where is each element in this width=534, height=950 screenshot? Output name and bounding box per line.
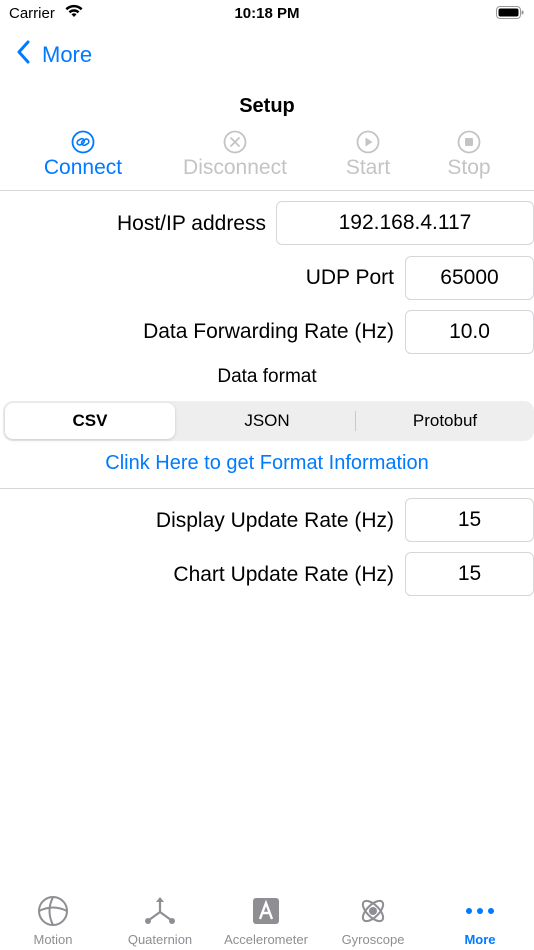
host-input[interactable]: 192.168.4.117 xyxy=(276,201,534,245)
stop-label: Stop xyxy=(447,156,491,179)
disconnect-label: Disconnect xyxy=(183,156,287,179)
start-button[interactable]: Start xyxy=(313,130,423,180)
host-label: Host/IP address xyxy=(116,212,266,235)
close-circle-icon xyxy=(179,130,291,154)
tab-more[interactable]: More xyxy=(427,894,533,947)
udp-port-input[interactable]: 65000 xyxy=(405,256,534,300)
axes-icon xyxy=(107,894,213,928)
display-rate-input[interactable]: 15 xyxy=(405,498,534,542)
tab-bar: Motion Quaternion Accelerometer Gyroscop… xyxy=(0,880,534,950)
chart-rate-input[interactable]: 15 xyxy=(405,552,534,596)
forwarding-rate-label: Data Forwarding Rate (Hz) xyxy=(143,320,394,343)
page-title: Setup xyxy=(239,95,295,117)
disconnect-button[interactable]: Disconnect xyxy=(179,130,291,180)
tab-gyroscope-label: Gyroscope xyxy=(341,932,405,947)
tab-motion-label: Motion xyxy=(33,932,73,947)
divider xyxy=(0,190,534,191)
display-rate-label: Display Update Rate (Hz) xyxy=(155,509,394,532)
connect-label: Connect xyxy=(43,156,123,179)
globe-icon xyxy=(0,894,106,928)
stop-button[interactable]: Stop xyxy=(414,130,524,180)
gyroscope-icon xyxy=(320,894,426,928)
format-segmented-control: CSV JSON Protobuf xyxy=(3,401,534,441)
segment-csv[interactable]: CSV xyxy=(5,401,175,441)
chart-rate-label: Chart Update Rate (Hz) xyxy=(173,563,394,586)
format-info-link[interactable]: Clink Here to get Format Information xyxy=(0,452,534,475)
tab-quaternion[interactable]: Quaternion xyxy=(107,894,213,947)
tab-accelerometer-label: Accelerometer xyxy=(224,932,308,947)
status-time: 10:18 PM xyxy=(234,5,300,22)
tab-quaternion-label: Quaternion xyxy=(127,932,193,947)
forwarding-rate-input[interactable]: 10.0 xyxy=(405,310,534,354)
back-label: More xyxy=(42,42,93,67)
link-icon xyxy=(28,130,138,154)
tab-gyroscope[interactable]: Gyroscope xyxy=(320,894,426,947)
connect-button[interactable]: Connect xyxy=(28,130,138,180)
play-circle-icon xyxy=(313,130,423,154)
segment-json[interactable]: JSON xyxy=(179,401,355,441)
udp-port-label: UDP Port xyxy=(305,266,394,289)
letter-a-icon xyxy=(213,894,319,928)
chevron-left-icon xyxy=(16,40,42,70)
tab-motion[interactable]: Motion xyxy=(0,894,106,947)
status-bar: Carrier 10:18 PM xyxy=(0,0,534,30)
more-dots-icon xyxy=(427,894,533,928)
segment-protobuf[interactable]: Protobuf xyxy=(356,401,534,441)
back-button[interactable]: More xyxy=(16,40,92,70)
tab-accelerometer[interactable]: Accelerometer xyxy=(213,894,319,947)
start-label: Start xyxy=(345,156,391,179)
battery-icon xyxy=(496,6,524,19)
divider xyxy=(0,488,534,489)
stop-circle-icon xyxy=(414,130,524,154)
tab-more-label: More xyxy=(464,932,496,947)
data-format-label: Data format xyxy=(217,366,317,387)
